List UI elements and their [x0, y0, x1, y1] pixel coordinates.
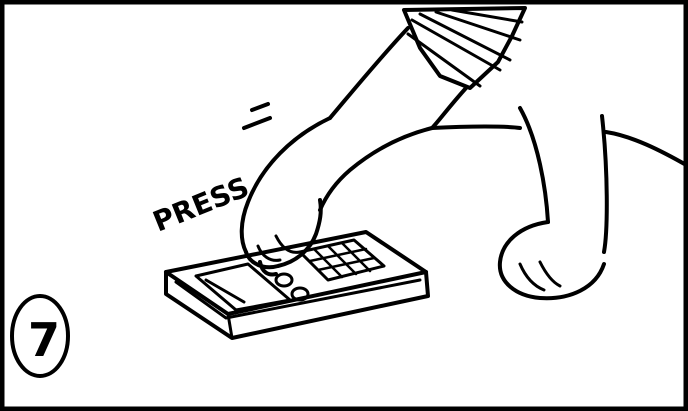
comic-drawing: PRESS 7	[0, 0, 688, 411]
panel-number: 7	[28, 313, 60, 367]
comic-panel: PRESS 7	[0, 0, 688, 411]
panel-border	[0, 0, 688, 411]
